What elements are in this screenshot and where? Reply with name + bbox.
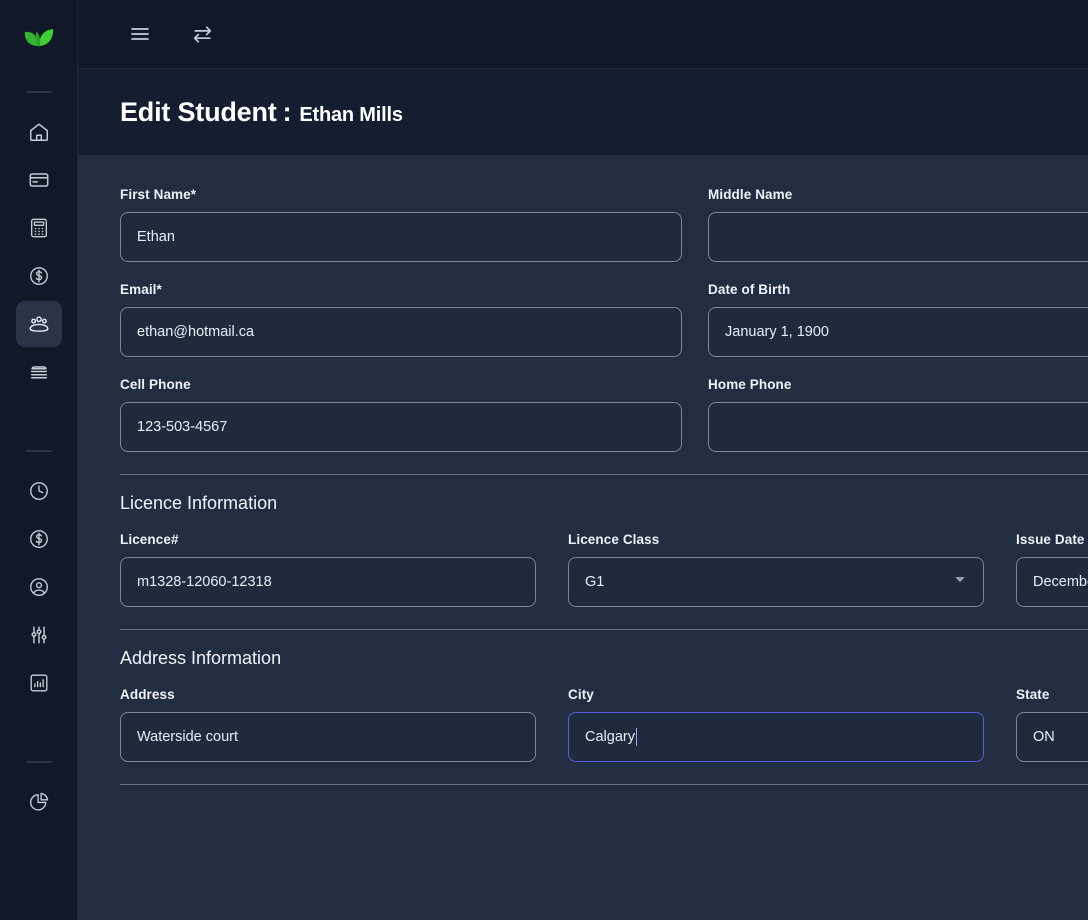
issue-date-input[interactable] <box>1016 557 1088 607</box>
credit-card-icon <box>28 169 50 191</box>
field-cell-phone: Cell Phone <box>120 377 682 452</box>
text-caret <box>635 728 637 746</box>
dollar-circle-icon <box>28 528 50 550</box>
sidebar-divider-bottom <box>25 761 52 763</box>
form-row-licence: Licence# Licence Class G1 <box>120 532 1088 607</box>
field-middle-name: Middle Name <box>708 187 1088 262</box>
address-label: Address <box>120 687 175 702</box>
first-name-label: First Name* <box>120 187 197 202</box>
field-home-phone: Home Phone <box>708 377 1088 452</box>
city-value: Calgary <box>585 729 635 745</box>
sidebar-item-profile[interactable] <box>16 564 62 610</box>
sliders-icon <box>28 624 50 646</box>
page-title-text: Edit Student <box>120 96 277 127</box>
field-licence-number: Licence# <box>120 532 536 607</box>
divider-footer <box>120 784 1088 785</box>
page-title: Edit Student : Ethan Mills <box>120 97 403 128</box>
pie-chart-icon <box>28 791 50 813</box>
licence-number-label: Licence# <box>120 532 179 547</box>
date-of-birth-input[interactable] <box>708 307 1088 357</box>
sidebar-item-calculator[interactable] <box>16 205 62 251</box>
cell-phone-label: Cell Phone <box>120 377 191 392</box>
user-circle-icon <box>28 576 50 598</box>
licence-class-label: Licence Class <box>568 532 660 547</box>
form-row-phones: Cell Phone Home Phone <box>120 377 1088 452</box>
sidebar-item-settings[interactable] <box>16 612 62 658</box>
cell-phone-input[interactable] <box>120 402 682 452</box>
email-input[interactable] <box>120 307 682 357</box>
email-label: Email* <box>120 282 162 297</box>
page-header: Edit Student : Ethan Mills <box>78 69 1088 155</box>
hamburger-menu-icon[interactable] <box>121 15 159 53</box>
bar-chart-icon <box>28 672 50 694</box>
divider-licence <box>120 474 1088 475</box>
field-state: State <box>1016 687 1088 762</box>
field-address: Address <box>120 687 536 762</box>
topbar <box>78 0 1088 69</box>
field-licence-class: Licence Class G1 <box>568 532 984 607</box>
form-content: First Name* Middle Name Email* <box>78 155 1088 920</box>
field-issue-date: Issue Date <box>1016 532 1088 607</box>
sidebar-item-payments[interactable] <box>16 253 62 299</box>
date-of-birth-label: Date of Birth <box>708 282 791 297</box>
form-row-address: Address City Calgary State <box>120 687 1088 762</box>
student-name: Ethan Mills <box>299 103 403 126</box>
sidebar-item-reports[interactable] <box>16 660 62 706</box>
form-row-names: First Name* Middle Name <box>120 187 1088 262</box>
sidebar-item-students[interactable] <box>15 301 62 347</box>
sidebar-item-records[interactable] <box>16 349 62 395</box>
state-input[interactable] <box>1016 712 1088 762</box>
swap-arrows-icon[interactable] <box>183 15 221 53</box>
home-phone-label: Home Phone <box>708 377 792 392</box>
title-separator: : <box>282 96 292 127</box>
state-label: State <box>1016 687 1050 702</box>
middle-name-label: Middle Name <box>708 187 793 202</box>
main-area: Edit Student : Ethan Mills First Name* M… <box>78 0 1088 920</box>
middle-name-input[interactable] <box>708 212 1088 262</box>
form-inner: First Name* Middle Name Email* <box>78 187 1088 785</box>
licence-class-select[interactable]: G1 <box>568 557 984 607</box>
sidebar-item-finance[interactable] <box>16 516 62 562</box>
calculator-icon <box>28 217 50 239</box>
field-date-of-birth: Date of Birth <box>708 282 1088 357</box>
licence-class-value[interactable]: G1 <box>568 557 984 607</box>
first-name-input[interactable] <box>120 212 682 262</box>
licence-section-title: Licence Information <box>120 493 278 513</box>
field-first-name: First Name* <box>120 187 682 262</box>
sidebar-divider-top <box>25 91 52 93</box>
city-label: City <box>568 687 594 702</box>
home-phone-input[interactable] <box>708 402 1088 452</box>
home-icon <box>28 121 50 143</box>
address-input[interactable] <box>120 712 536 762</box>
sidebar <box>0 0 78 920</box>
city-input[interactable]: Calgary <box>568 712 984 762</box>
issue-date-label: Issue Date <box>1016 532 1085 547</box>
dollar-circle-icon <box>28 265 50 287</box>
divider-address <box>120 629 1088 630</box>
app-root: Edit Student : Ethan Mills First Name* M… <box>0 0 1088 920</box>
address-section-title: Address Information <box>120 648 282 668</box>
leaf-logo-icon[interactable] <box>13 14 65 66</box>
field-city: City Calgary <box>568 687 984 762</box>
sidebar-item-schedule[interactable] <box>16 468 62 514</box>
sidebar-item-billing[interactable] <box>16 157 62 203</box>
people-icon <box>27 312 51 336</box>
list-icon <box>28 361 50 383</box>
clock-icon <box>28 480 50 502</box>
sidebar-divider-middle <box>25 450 52 452</box>
sidebar-item-analytics[interactable] <box>16 779 62 825</box>
licence-number-input[interactable] <box>120 557 536 607</box>
form-row-email-dob: Email* Date of Birth <box>120 282 1088 357</box>
field-email: Email* <box>120 282 682 357</box>
sidebar-item-home[interactable] <box>16 109 62 155</box>
